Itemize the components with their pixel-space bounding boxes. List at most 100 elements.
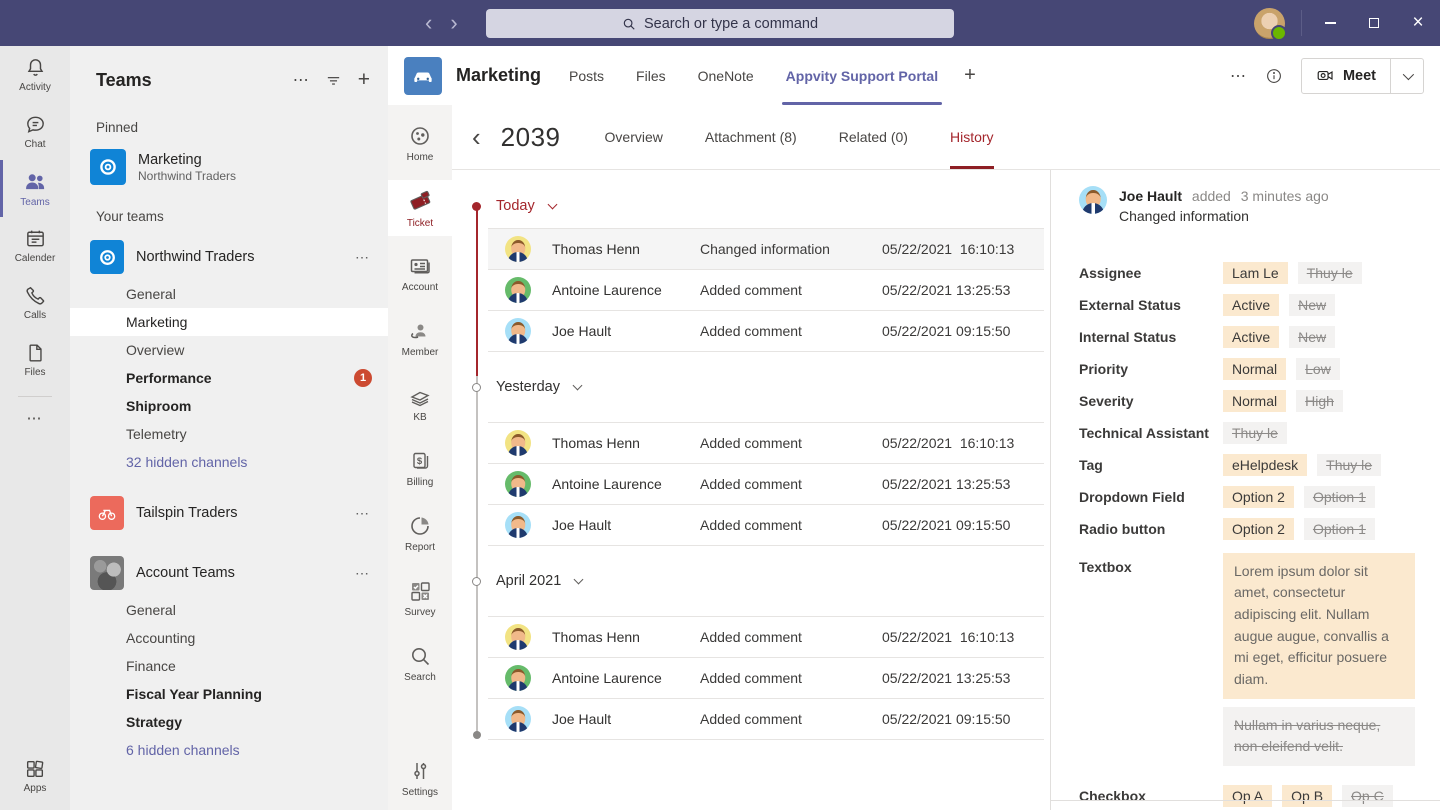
channel-general[interactable]: General <box>70 280 388 308</box>
history-row[interactable]: Thomas Henn Added comment 05/22/2021 16:… <box>488 423 1044 464</box>
channel-more-icon[interactable]: ⋯ <box>1230 66 1247 86</box>
history-row-action: Added comment <box>700 670 882 686</box>
team-northwind-traders[interactable]: Northwind Traders ⋯ <box>70 234 388 280</box>
history-timeline: Today Thomas Henn Changed information 05… <box>452 170 1050 810</box>
channel-telemetry[interactable]: Telemetry <box>70 420 388 448</box>
sidebar-item-calls[interactable]: Calls <box>0 274 70 331</box>
rail-item-label: Search <box>404 672 436 683</box>
changed-value-old: Option 1 <box>1304 486 1375 508</box>
window-minimize-button[interactable] <box>1308 0 1352 46</box>
changed-value-old: Thuy le <box>1223 422 1287 444</box>
avatar <box>505 471 531 497</box>
tab-files[interactable]: Files <box>636 46 666 105</box>
sidebar-item-label: Teams <box>20 197 49 208</box>
window-close-button[interactable]: × <box>1396 0 1440 46</box>
channel-general[interactable]: General <box>70 596 388 624</box>
group-header-yesterday[interactable]: Yesterday <box>452 365 1050 409</box>
tab-attachment[interactable]: Attachment (8) <box>705 105 797 169</box>
join-create-team-icon[interactable]: + <box>358 68 370 92</box>
history-row[interactable]: Thomas Henn Changed information 05/22/20… <box>488 229 1044 270</box>
info-icon[interactable] <box>1265 67 1283 85</box>
rail-divider <box>18 396 52 397</box>
history-row[interactable]: Joe Hault Added comment 05/22/2021 09:15… <box>488 505 1044 546</box>
main-content: Marketing Posts Files OneNote Appvity Su… <box>388 46 1440 810</box>
sidebar-item-files[interactable]: Files <box>0 331 70 388</box>
team-more-icon[interactable]: ⋯ <box>355 565 370 582</box>
channel-finance[interactable]: Finance <box>70 652 388 680</box>
channel-label: Performance <box>126 370 212 386</box>
changed-value-new: Normal <box>1223 358 1286 380</box>
panel-title: Teams <box>96 70 293 91</box>
nav-back-icon[interactable]: ‹ <box>425 12 432 34</box>
rail-item-settings[interactable]: Settings <box>388 750 452 806</box>
detail-subtitle: Changed information <box>1119 206 1329 226</box>
team-more-icon[interactable]: ⋯ <box>355 249 370 266</box>
channel-performance[interactable]: Performance 1 <box>70 364 388 392</box>
add-tab-icon[interactable]: + <box>964 64 976 87</box>
team-tailspin-traders[interactable]: Tailspin Traders ⋯ <box>70 490 388 536</box>
timeline-bullet <box>472 577 481 586</box>
user-avatar[interactable] <box>1254 8 1285 39</box>
field-priority: Priority Normal Low <box>1079 353 1412 385</box>
sidebar-item-calendar[interactable]: Calender <box>0 217 70 274</box>
rail-item-report[interactable]: Report <box>388 505 452 561</box>
meet-button[interactable]: Meet <box>1301 58 1424 94</box>
tab-related[interactable]: Related (0) <box>839 105 908 169</box>
group-header-april-2021[interactable]: April 2021 <box>452 559 1050 603</box>
more-options-icon[interactable]: ⋯ <box>293 70 309 90</box>
filter-icon[interactable] <box>325 72 342 89</box>
history-row[interactable]: Joe Hault Added comment 05/22/2021 09:15… <box>488 699 1044 740</box>
hidden-channels-link[interactable]: 32 hidden channels <box>70 448 388 476</box>
rail-item-member[interactable]: Member <box>388 310 452 366</box>
home-icon <box>408 124 432 148</box>
history-row[interactable]: Thomas Henn Added comment 05/22/2021 16:… <box>488 617 1044 658</box>
group-label: Yesterday <box>496 379 560 395</box>
history-row[interactable]: Antoine Laurence Added comment 05/22/202… <box>488 658 1044 699</box>
hidden-channels-link[interactable]: 6 hidden channels <box>70 736 388 764</box>
group-header-today[interactable]: Today <box>452 184 1050 228</box>
tab-onenote[interactable]: OneNote <box>698 46 754 105</box>
sidebar-item-label: Calender <box>15 253 56 264</box>
tab-overview[interactable]: Overview <box>605 105 663 169</box>
team-name: Account Teams <box>136 565 343 581</box>
search-input[interactable]: Search or type a command <box>486 9 954 38</box>
chat-icon <box>24 113 47 136</box>
account-teams-logo <box>90 556 124 590</box>
file-icon <box>24 342 46 364</box>
history-row[interactable]: Antoine Laurence Added comment 05/22/202… <box>488 464 1044 505</box>
sidebar-item-activity[interactable]: Activity <box>0 46 70 103</box>
rail-item-billing[interactable]: $ Billing <box>388 440 452 496</box>
tab-appvity-support-portal[interactable]: Appvity Support Portal <box>786 46 938 105</box>
rail-item-account[interactable]: Account <box>388 245 452 301</box>
back-icon[interactable]: ‹ <box>472 124 481 150</box>
channel-fiscal-year-planning[interactable]: Fiscal Year Planning <box>70 680 388 708</box>
window-maximize-button[interactable] <box>1352 0 1396 46</box>
your-teams-section-label: Your teams <box>70 189 388 234</box>
rail-item-ticket[interactable]: Ticket <box>388 180 452 236</box>
sidebar-item-chat[interactable]: Chat <box>0 103 70 160</box>
tab-history[interactable]: History <box>950 105 994 169</box>
more-apps-icon[interactable]: ⋯ <box>0 399 70 437</box>
rail-item-search[interactable]: Search <box>388 635 452 691</box>
channel-accounting[interactable]: Accounting <box>70 624 388 652</box>
nav-forward-icon[interactable]: › <box>450 12 457 34</box>
channel-strategy[interactable]: Strategy <box>70 708 388 736</box>
team-account-teams[interactable]: Account Teams ⋯ <box>70 550 388 596</box>
sidebar-item-teams[interactable]: Teams <box>0 160 70 217</box>
tab-posts[interactable]: Posts <box>569 46 604 105</box>
changed-value-old: Thuy le <box>1298 262 1362 284</box>
avatar <box>505 236 531 262</box>
sidebar-item-apps[interactable]: Apps <box>0 747 70 804</box>
channel-marketing[interactable]: Marketing <box>70 308 388 336</box>
meet-dropdown-button[interactable] <box>1391 59 1423 93</box>
rail-item-home[interactable]: Home <box>388 115 452 171</box>
channel-overview[interactable]: Overview <box>70 336 388 364</box>
rail-item-survey[interactable]: Survey <box>388 570 452 626</box>
pinned-channel-marketing[interactable]: Marketing Northwind Traders <box>70 145 388 189</box>
history-row[interactable]: Antoine Laurence Added comment 05/22/202… <box>488 270 1044 311</box>
channel-shiproom[interactable]: Shiproom <box>70 392 388 420</box>
changed-value-old: Option 1 <box>1304 518 1375 540</box>
history-row[interactable]: Joe Hault Added comment 05/22/2021 09:15… <box>488 311 1044 352</box>
team-more-icon[interactable]: ⋯ <box>355 505 370 522</box>
rail-item-kb[interactable]: KB <box>388 375 452 431</box>
